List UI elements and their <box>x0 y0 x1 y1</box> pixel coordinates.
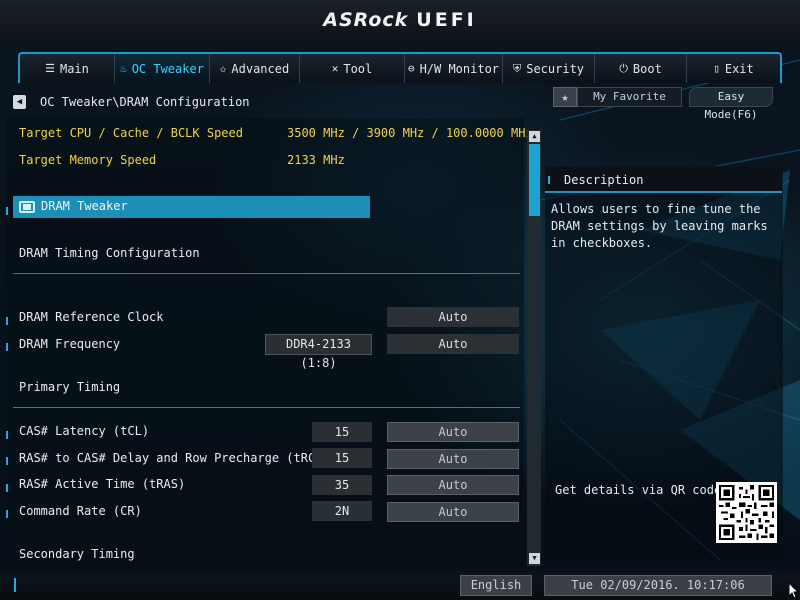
row-marker <box>6 510 8 518</box>
target-memory-label: Target Memory Speed <box>19 153 157 167</box>
scroll-down-arrow-icon[interactable]: ▼ <box>529 553 540 564</box>
section-timing-config: DRAM Timing Configuration <box>19 246 200 260</box>
list-icon: ☰ <box>45 62 55 75</box>
tab-oc-tweaker-label: OC Tweaker <box>131 61 204 76</box>
main-nav: ☰ Main ♨ OC Tweaker ✩ Advanced ✕ Tool ⊖ … <box>18 52 782 83</box>
mouse-cursor-icon <box>789 583 799 599</box>
tab-advanced-label: Advanced <box>231 61 290 76</box>
dram-reference-clock-label: DRAM Reference Clock <box>19 310 164 324</box>
row-marker <box>6 317 8 325</box>
breadcrumb: OC Tweaker\DRAM Configuration <box>40 95 250 109</box>
row-marker <box>6 431 8 439</box>
brand-name: ASRock <box>323 9 409 31</box>
tab-security[interactable]: ⛨ Security <box>503 54 595 83</box>
tab-boot-label: Boot <box>632 61 662 76</box>
ras-active-time-label: RAS# Active Time (tRAS) <box>19 477 186 491</box>
exit-icon: ▯ <box>713 62 720 75</box>
monitor-icon: ⊖ <box>407 62 415 75</box>
divider <box>13 407 520 408</box>
dram-frequency-select[interactable]: Auto <box>387 334 519 354</box>
command-rate-value[interactable]: 2N <box>312 501 372 521</box>
tab-tool-label: Tool <box>343 61 373 76</box>
divider <box>13 273 520 274</box>
tab-advanced[interactable]: ✩ Advanced <box>210 54 300 83</box>
tab-main-label: Main <box>59 61 89 76</box>
easy-mode-button[interactable]: Easy Mode(F6) <box>689 87 773 121</box>
qr-code-label: Get details via QR code <box>555 483 722 497</box>
tab-hw-monitor[interactable]: ⊖ H/W Monitor <box>405 54 503 83</box>
dram-frequency-value: DDR4-2133 (1:8) <box>265 334 372 370</box>
cas-latency-label: CAS# Latency (tCL) <box>19 424 150 438</box>
dram-reference-clock-select[interactable]: Auto <box>387 307 519 327</box>
tab-exit-label: Exit <box>724 61 754 76</box>
header-bar: ASRock UEFI <box>0 0 800 46</box>
memory-icon <box>19 201 35 213</box>
brand-product: UEFI <box>416 9 477 31</box>
ras-cas-delay-label: RAS# to CAS# Delay and Row Precharge (tR… <box>19 451 352 465</box>
target-cpu-value: 3500 MHz / 3900 MHz / 100.0000 MHz <box>287 126 533 140</box>
dram-tweaker-label: DRAM Tweaker <box>41 199 128 213</box>
language-button[interactable]: English <box>460 575 532 596</box>
dram-frequency-label: DRAM Frequency <box>19 337 121 351</box>
row-marker <box>6 207 8 215</box>
datetime-display: Tue 02/09/2016. 10:17:06 <box>544 575 772 596</box>
dram-tweaker-item[interactable]: DRAM Tweaker <box>13 196 370 218</box>
status-bar-marker <box>14 578 16 592</box>
tab-security-label: Security <box>526 61 585 76</box>
tools-icon: ✕ <box>331 62 339 75</box>
tab-oc-tweaker[interactable]: ♨ OC Tweaker <box>115 54 210 83</box>
tab-main[interactable]: ☰ Main <box>20 54 115 83</box>
star-icon: ✩ <box>219 62 227 75</box>
power-icon: ⏻ <box>619 62 628 75</box>
row-marker <box>548 176 550 184</box>
back-arrow-icon[interactable]: ◀ <box>13 95 26 109</box>
tab-hw-monitor-label: H/W Monitor <box>419 61 500 76</box>
scrollbar-thumb[interactable] <box>529 144 540 216</box>
cas-latency-select[interactable]: Auto <box>387 422 519 442</box>
row-marker <box>6 484 8 492</box>
scroll-up-arrow-icon[interactable]: ▲ <box>529 131 540 142</box>
command-rate-select[interactable]: Auto <box>387 502 519 522</box>
description-text: Allows users to fine tune the DRAM setti… <box>551 202 768 250</box>
section-secondary-timing: Secondary Timing <box>19 547 135 561</box>
tab-boot[interactable]: ⏻ Boot <box>595 54 687 83</box>
favorite-star-icon[interactable]: ★ <box>553 87 577 107</box>
tab-tool[interactable]: ✕ Tool <box>300 54 405 83</box>
row-marker <box>6 343 8 351</box>
ras-cas-delay-select[interactable]: Auto <box>387 449 519 469</box>
my-favorite-button[interactable]: My Favorite <box>577 87 682 107</box>
target-cpu-label: Target CPU / Cache / BCLK Speed <box>19 126 243 140</box>
brand-logo: ASRock UEFI <box>0 9 800 31</box>
flame-icon: ♨ <box>120 62 127 75</box>
ras-cas-delay-value[interactable]: 15 <box>312 448 372 468</box>
section-primary-timing: Primary Timing <box>19 380 121 394</box>
description-title: Description <box>564 173 644 187</box>
command-rate-label: Command Rate (CR) <box>19 504 142 518</box>
ras-active-time-select[interactable]: Auto <box>387 475 519 495</box>
tab-exit[interactable]: ▯ Exit <box>687 54 780 83</box>
shield-icon: ⛨ <box>512 62 522 75</box>
qr-code-icon <box>716 482 777 543</box>
ras-active-time-value[interactable]: 35 <box>312 475 372 495</box>
cas-latency-value[interactable]: 15 <box>312 422 372 442</box>
row-marker <box>6 457 8 465</box>
target-memory-value: 2133 MHz <box>287 153 345 167</box>
